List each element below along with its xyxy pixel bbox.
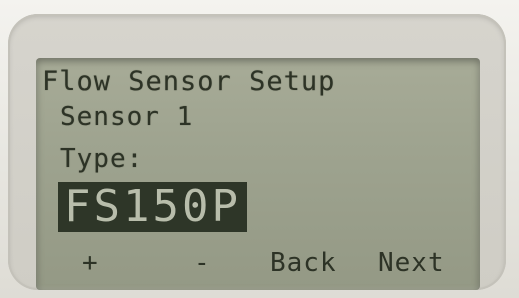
type-field-label: Type: [60,144,144,174]
lcd-frame: Flow Sensor Setup Sensor 1 Type: FS150P … [8,14,506,290]
back-softkey[interactable]: Back [270,248,337,278]
device-bezel: Flow Sensor Setup Sensor 1 Type: FS150P … [0,0,519,298]
plus-softkey[interactable]: + [82,248,99,278]
next-softkey[interactable]: Next [378,248,445,278]
screen-title: Flow Sensor Setup [42,66,336,97]
softkey-bar: + - Back Next [36,248,480,284]
sensor-label: Sensor 1 [60,102,194,132]
minus-softkey[interactable]: - [194,248,211,278]
type-value-selected[interactable]: FS150P [58,182,247,232]
lcd-display: Flow Sensor Setup Sensor 1 Type: FS150P … [36,58,480,290]
